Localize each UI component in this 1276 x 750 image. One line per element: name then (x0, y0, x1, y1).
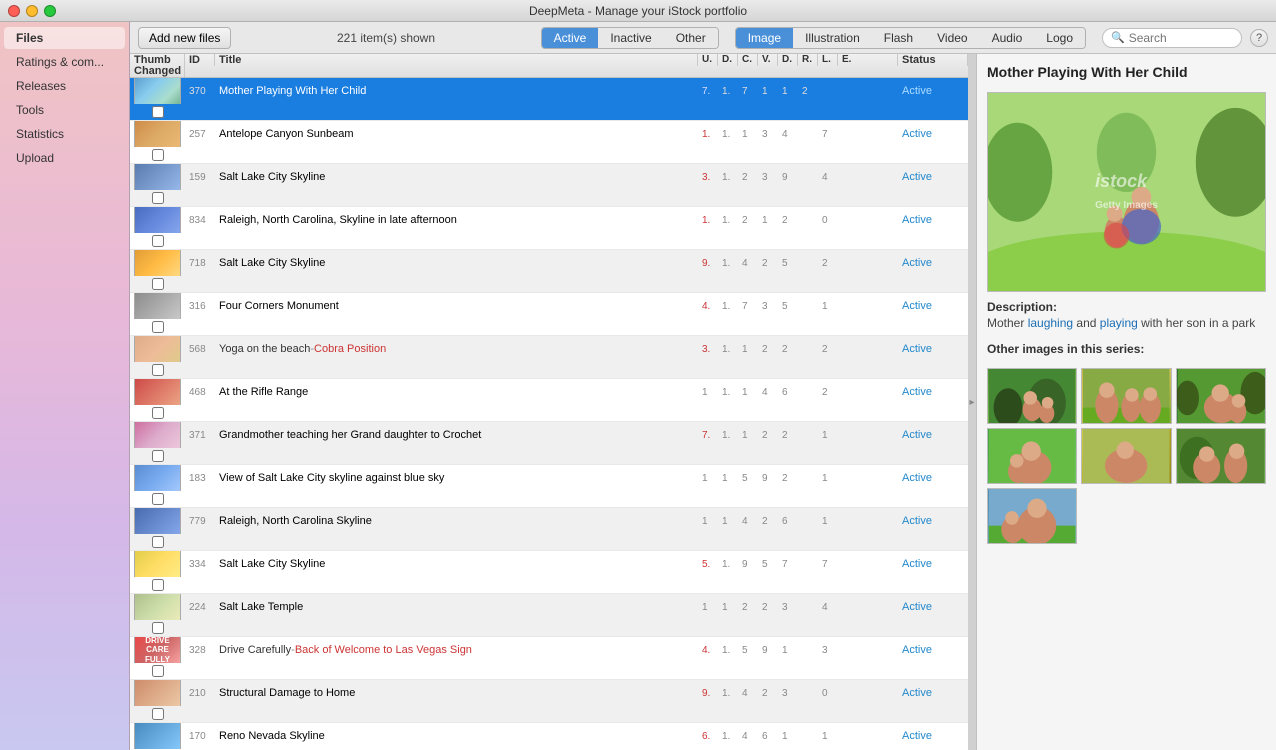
table-row[interactable]: 371 Grandmother teaching her Grand daugh… (130, 422, 968, 465)
main-preview-image: istockGetty Images (987, 92, 1266, 292)
table-row[interactable]: 257 Antelope Canyon Sunbeam 1. 1. 1 3 4 … (130, 121, 968, 164)
series-thumb-4[interactable] (987, 428, 1077, 484)
sidebar-item-upload[interactable]: Upload (4, 147, 125, 169)
search-input[interactable] (1129, 31, 1233, 45)
row-title: Mother Playing With Her Child (215, 78, 698, 104)
table-row[interactable]: 210 Structural Damage to Home 9. 1. 4 2 … (130, 680, 968, 723)
series-thumb-1[interactable] (987, 368, 1077, 424)
col-d2[interactable]: D. (778, 54, 798, 66)
titlebar: DeepMeta - Manage your iStock portfolio (0, 0, 1276, 22)
type-tab-group: Image Illustration Flash Video Audio Log… (735, 27, 1086, 49)
table-row[interactable]: 159 Salt Lake City Skyline 3. 1. 2 3 9 4… (130, 164, 968, 207)
table-row[interactable]: 334 Salt Lake City Skyline 5. 1. 9 5 7 7… (130, 551, 968, 594)
watermark: istockGetty Images (1095, 171, 1158, 213)
table-row[interactable]: 468 At the Rifle Range 1 1. 1 4 6 2 Acti… (130, 379, 968, 422)
help-button[interactable]: ? (1250, 29, 1268, 47)
table-row[interactable]: 316 Four Corners Monument 4. 1. 7 3 5 1 … (130, 293, 968, 336)
tab-logo[interactable]: Logo (1034, 28, 1085, 48)
toolbar: Add new files 221 item(s) shown Active I… (130, 22, 1276, 54)
row-status: Active (898, 78, 968, 104)
tab-other[interactable]: Other (664, 28, 718, 48)
panel-resize-handle[interactable]: ▸ (968, 54, 976, 750)
series-thumb-7[interactable] (987, 488, 1077, 544)
table-row[interactable]: 170 Reno Nevada Skyline 6. 1. 4 6 1 1 Ac… (130, 723, 968, 750)
right-panel: Mother Playing With Her Child (976, 54, 1276, 750)
col-changed[interactable]: Changed (130, 66, 185, 78)
row-id: 370 (185, 78, 215, 104)
col-v[interactable]: V. (758, 54, 778, 66)
description-label: Description: (987, 300, 1266, 314)
table-row[interactable]: 183 View of Salt Lake City skyline again… (130, 465, 968, 508)
series-label: Other images in this series: (987, 342, 1266, 356)
table-row[interactable]: 779 Raleigh, North Carolina Skyline 1 1 … (130, 508, 968, 551)
col-id[interactable]: ID (185, 54, 215, 66)
col-r[interactable]: R. (798, 54, 818, 66)
series-grid (987, 368, 1266, 544)
window-controls[interactable] (8, 5, 56, 17)
sidebar-item-files[interactable]: Files (4, 27, 125, 49)
series-thumb-5[interactable] (1081, 428, 1171, 484)
sidebar-item-releases[interactable]: Releases (4, 75, 125, 97)
description-section: Description: Mother laughing and playing… (987, 300, 1266, 330)
table-row[interactable]: 224 Salt Lake Temple 1 1 2 2 3 4 Active (130, 594, 968, 637)
close-button[interactable] (8, 5, 20, 17)
table-row[interactable]: 370 Mother Playing With Her Child 7. 1. … (130, 78, 968, 121)
maximize-button[interactable] (44, 5, 56, 17)
series-thumb-6[interactable] (1176, 428, 1266, 484)
col-c[interactable]: C. (738, 54, 758, 66)
search-icon: 🔍 (1111, 31, 1125, 44)
add-files-button[interactable]: Add new files (138, 27, 231, 49)
col-title[interactable]: Title (215, 54, 698, 66)
tab-inactive[interactable]: Inactive (598, 28, 663, 48)
search-box[interactable]: 🔍 (1102, 28, 1242, 48)
series-thumb-2[interactable] (1081, 368, 1171, 424)
table-row[interactable]: 718 Salt Lake City Skyline 9. 1. 4 2 5 2… (130, 250, 968, 293)
col-l[interactable]: L. (818, 54, 838, 66)
col-e[interactable]: E. (838, 54, 898, 66)
tab-illustration[interactable]: Illustration (793, 28, 872, 48)
file-table: Thumb ID Title U. D. C. V. D. R. L. E. S… (130, 54, 968, 750)
row-checkbox-cell[interactable] (130, 104, 185, 120)
tab-image[interactable]: Image (736, 28, 793, 48)
tab-audio[interactable]: Audio (980, 28, 1035, 48)
series-thumb-3[interactable] (1176, 368, 1266, 424)
status-tab-group: Active Inactive Other (541, 27, 719, 49)
table-row[interactable]: 568 Yoga on the beach - Cobra Position 3… (130, 336, 968, 379)
tab-flash[interactable]: Flash (872, 28, 925, 48)
tab-active[interactable]: Active (542, 28, 599, 48)
thumb-cell (130, 78, 185, 104)
table-row[interactable]: 834 Raleigh, North Carolina, Skyline in … (130, 207, 968, 250)
sidebar-item-tools[interactable]: Tools (4, 99, 125, 121)
selected-item-title: Mother Playing With Her Child (987, 64, 1266, 80)
table-row[interactable]: DRIVECAREFULLY 328 Drive Carefully - Bac… (130, 637, 968, 680)
table-header: Thumb ID Title U. D. C. V. D. R. L. E. S… (130, 54, 968, 78)
sidebar: Files Ratings & com... Releases Tools St… (0, 22, 130, 750)
minimize-button[interactable] (26, 5, 38, 17)
sidebar-item-ratings[interactable]: Ratings & com... (4, 51, 125, 73)
tab-video[interactable]: Video (925, 28, 979, 48)
col-status[interactable]: Status (898, 54, 968, 66)
window-title: DeepMeta - Manage your iStock portfolio (529, 4, 747, 18)
description-text: Mother laughing and playing with her son… (987, 316, 1266, 330)
col-u[interactable]: U. (698, 54, 718, 66)
item-count: 221 item(s) shown (239, 31, 532, 45)
sidebar-item-statistics[interactable]: Statistics (4, 123, 125, 145)
col-thumb: Thumb (130, 54, 185, 66)
col-d[interactable]: D. (718, 54, 738, 66)
